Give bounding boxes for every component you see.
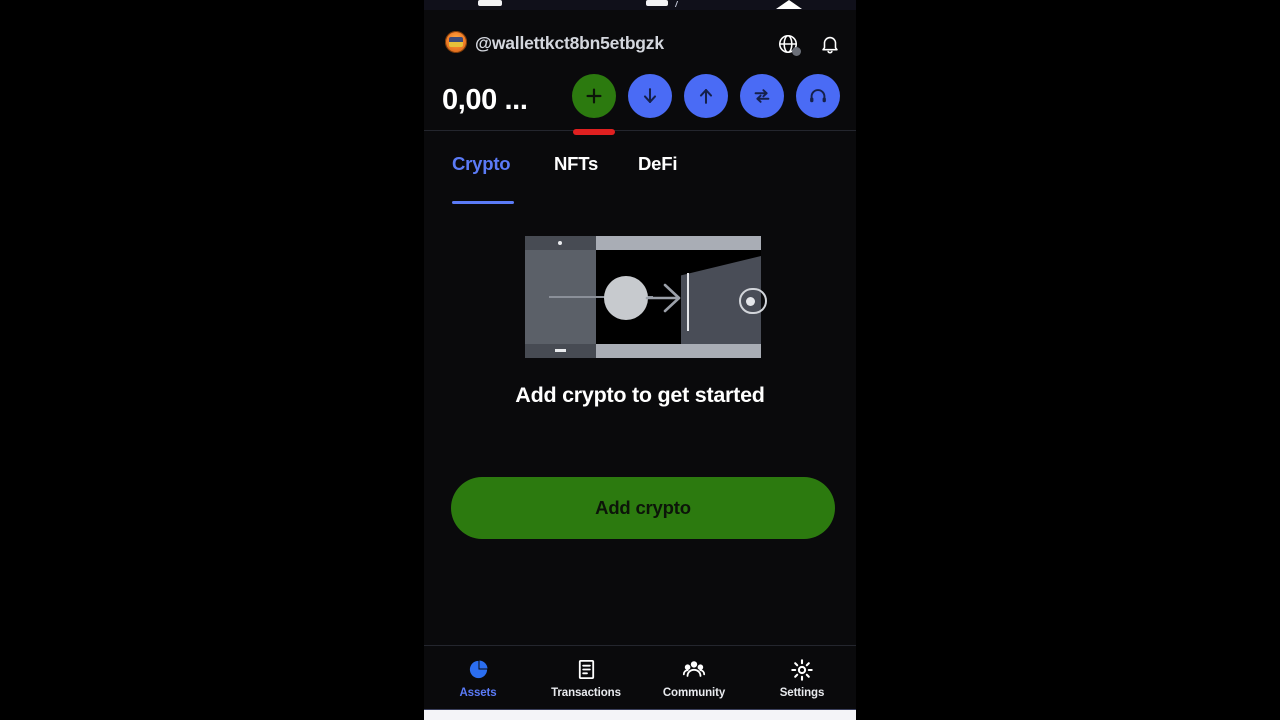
illustration-bottom-bar <box>596 344 761 358</box>
bottom-white-strip <box>424 709 856 720</box>
nav-item-assets[interactable]: Assets <box>424 646 532 710</box>
tab-defi[interactable]: DeFi <box>638 153 677 175</box>
nav-item-community[interactable]: Community <box>640 646 748 710</box>
support-action-button[interactable] <box>796 74 840 118</box>
nav-item-settings[interactable]: Settings <box>748 646 856 710</box>
status-bar-pill-center <box>646 0 668 6</box>
empty-state: Add crypto to get started Add crypto <box>424 203 856 645</box>
tab-crypto[interactable]: Crypto <box>452 153 511 175</box>
asset-tabs: Crypto NFTs DeFi <box>424 131 856 204</box>
screen-root: @wallettkct8bn5etbgzk 0,00 ... Crypto NF… <box>0 0 1280 720</box>
receive-action-button[interactable] <box>628 74 672 118</box>
document-icon <box>575 658 598 682</box>
wallet-header: @wallettkct8bn5etbgzk 0,00 ... <box>424 10 856 135</box>
pie-chart-icon <box>467 658 490 682</box>
gear-icon <box>790 658 814 682</box>
add-crypto-action-button[interactable] <box>572 74 616 135</box>
wallet-avatar-icon[interactable] <box>445 31 467 53</box>
bell-icon[interactable] <box>818 32 842 56</box>
phone-viewport: @wallettkct8bn5etbgzk 0,00 ... Crypto NF… <box>424 0 856 720</box>
header-icon-group <box>776 30 842 58</box>
illustration-wallet-strap <box>686 273 689 331</box>
nav-label-settings: Settings <box>779 686 825 699</box>
balance-amount: 0,00 ... <box>442 84 528 116</box>
illustration-dot <box>558 241 562 245</box>
balance-row: 0,00 ... <box>424 70 856 135</box>
status-bar-pill-left <box>478 0 502 6</box>
illustration-arrow-icon <box>645 283 681 313</box>
account-row: @wallettkct8bn5etbgzk <box>424 28 856 58</box>
globe-status-dot-icon <box>792 47 801 56</box>
avatar-wallet-glyph <box>449 37 463 47</box>
account-username[interactable]: @wallettkct8bn5etbgzk <box>475 28 664 58</box>
nav-label-assets: Assets <box>459 686 497 699</box>
people-icon <box>682 658 706 682</box>
send-action-button[interactable] <box>684 74 728 118</box>
illustration-dash <box>555 349 566 352</box>
nav-item-transactions[interactable]: Transactions <box>532 646 640 710</box>
empty-state-title: Add crypto to get started <box>515 383 765 407</box>
nav-label-community: Community <box>662 686 726 699</box>
bottom-navigation: Assets Transactions Community Settings <box>424 645 856 710</box>
swap-action-button[interactable] <box>740 74 784 118</box>
nav-label-transactions: Transactions <box>551 686 621 699</box>
coin-into-wallet-illustration <box>525 236 767 358</box>
status-bar-notch <box>776 0 802 9</box>
illustration-top-bar <box>596 236 761 250</box>
globe-icon[interactable] <box>776 32 801 56</box>
quick-actions <box>572 74 840 135</box>
add-crypto-button[interactable]: Add crypto <box>451 477 835 539</box>
status-bar-tick <box>674 1 685 7</box>
illustration-wallet-clasp-dot <box>746 297 755 306</box>
illustration-wallet-clasp <box>739 288 767 314</box>
tab-nfts[interactable]: NFTs <box>554 153 598 175</box>
illustration-coin-icon <box>604 276 648 320</box>
